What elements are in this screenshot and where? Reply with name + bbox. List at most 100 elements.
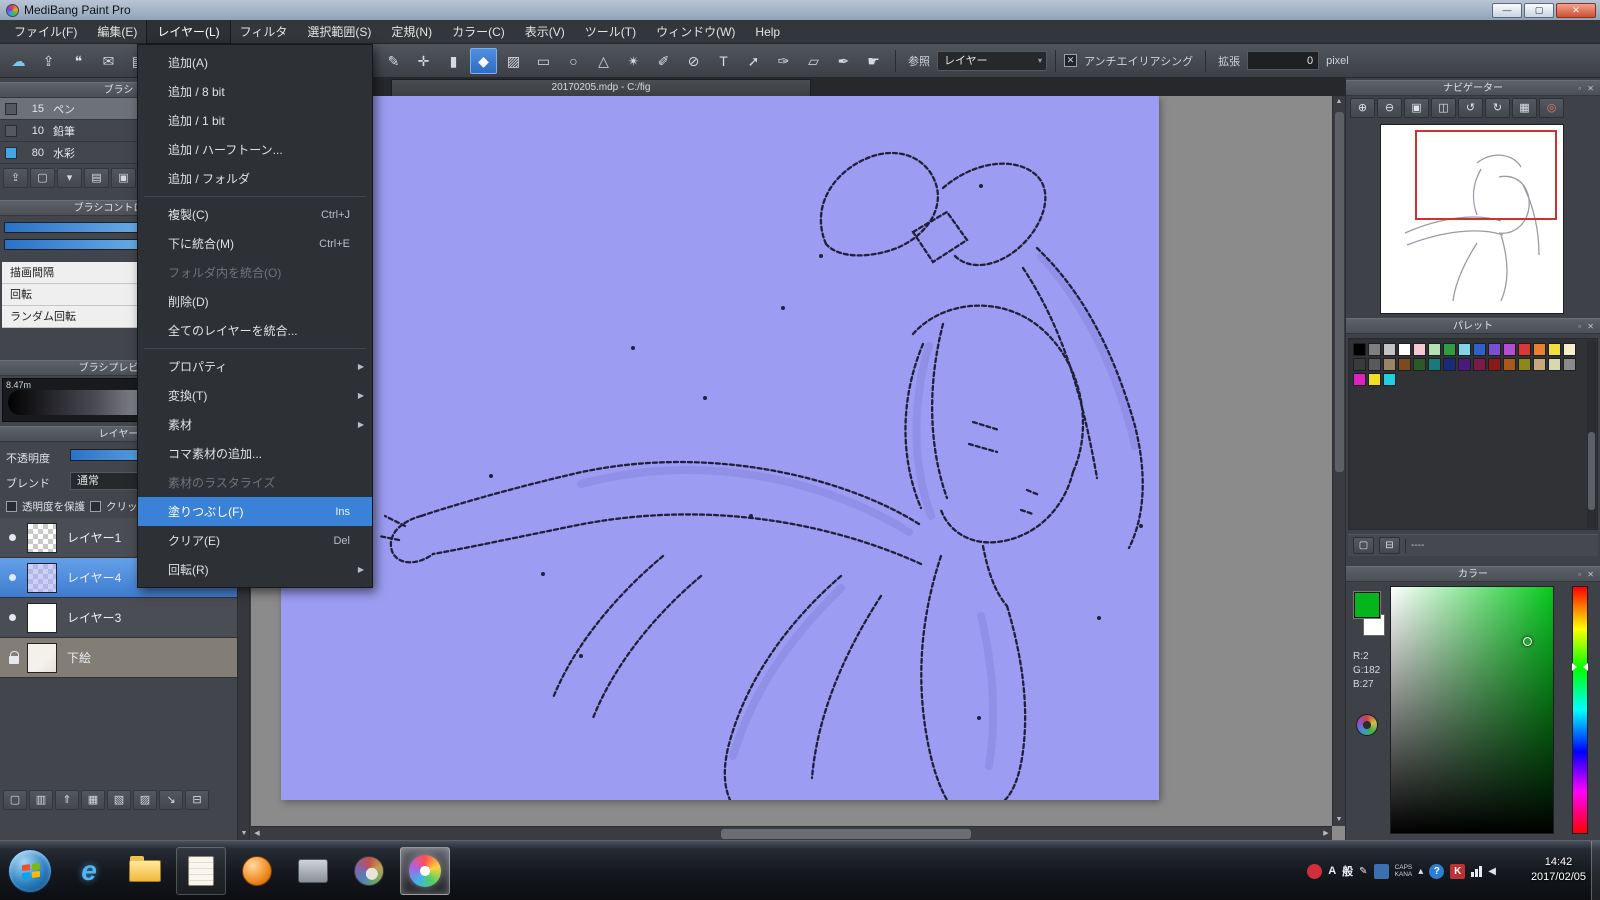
brush-tool[interactable]: ✑ — [770, 48, 797, 74]
layer-menu-item[interactable]: 追加(A) — [138, 48, 372, 77]
brush-menu-icon[interactable]: ▾ — [57, 168, 82, 188]
color-swatch[interactable] — [1368, 358, 1381, 371]
tray-expand-icon[interactable]: ▴ — [1418, 863, 1423, 879]
tray-caps-kana[interactable]: CAPS KANA — [1395, 863, 1413, 879]
foreground-color-swatch[interactable] — [1353, 591, 1381, 619]
comment-icon[interactable]: ❝ — [65, 48, 92, 74]
select-eraser-tool[interactable]: ⊘ — [680, 48, 707, 74]
menu-編集(E)[interactable]: 編集(E) — [87, 20, 147, 43]
layer-menu-item[interactable]: フォルダ内を統合(O) — [138, 258, 372, 287]
layer-menu-item[interactable]: 回転(R) ▶ — [138, 555, 372, 584]
device-utility[interactable] — [288, 847, 338, 895]
canvas-hscrollbar[interactable]: ◀ ▶ — [251, 826, 1332, 840]
hand-tool[interactable]: ☛ — [860, 48, 887, 74]
start-button[interactable] — [8, 849, 52, 893]
shape-tool[interactable]: ▮ — [440, 48, 467, 74]
rotate-left-icon[interactable]: ↺ — [1458, 98, 1483, 118]
visibility-icon[interactable] — [9, 614, 16, 621]
color-swatch[interactable] — [1488, 358, 1501, 371]
scrollbar-thumb[interactable] — [1335, 112, 1344, 472]
select-pen-tool[interactable]: ✐ — [650, 48, 677, 74]
color-swatch[interactable] — [1473, 343, 1486, 356]
color-swatch[interactable] — [1443, 358, 1456, 371]
visibility-icon[interactable] — [9, 534, 16, 541]
antialias-checkbox[interactable]: ✕ — [1064, 54, 1077, 67]
select-rect-tool[interactable]: ▭ — [530, 48, 557, 74]
color-swatch[interactable] — [1563, 358, 1576, 371]
message-icon[interactable]: ✉ — [95, 48, 122, 74]
zoom-in-icon[interactable]: ⊕ — [1350, 98, 1375, 118]
color-swatch[interactable] — [1398, 358, 1411, 371]
color-swatch[interactable] — [1398, 343, 1411, 356]
navigator-view-rect[interactable] — [1415, 130, 1557, 220]
magic-wand-tool[interactable]: ✴ — [620, 48, 647, 74]
color-swatch[interactable] — [1368, 373, 1381, 386]
expand-input[interactable] — [1247, 51, 1320, 70]
layer-menu-item[interactable]: クリア(E) Del — [138, 526, 372, 555]
minimize-button[interactable]: — — [1492, 2, 1522, 18]
panel-popout-icon[interactable]: ▫ ✕ — [1578, 81, 1596, 97]
bucket-tool[interactable]: ◆ — [470, 47, 497, 74]
scroll-up-icon[interactable]: ▲ — [1333, 96, 1345, 108]
tray-ime-mode-icon[interactable]: 般 — [1342, 863, 1353, 879]
menu-フィルタ[interactable]: フィルタ — [230, 20, 298, 43]
reset-view-icon[interactable]: ◎ — [1539, 98, 1564, 118]
tray-ime-pen-icon[interactable]: ✎ — [1359, 863, 1367, 879]
taskbar-clock[interactable]: 14:42 2017/02/05 — [1531, 855, 1586, 885]
color-swatch[interactable] — [1548, 343, 1561, 356]
color-swatch[interactable] — [1353, 358, 1366, 371]
select-ellipse-tool[interactable]: ○ — [560, 48, 587, 74]
color-swatch[interactable] — [1383, 358, 1396, 371]
color-swatch[interactable] — [1533, 358, 1546, 371]
palette-scrollbar[interactable] — [1587, 340, 1596, 528]
zoom-out-icon[interactable]: ⊖ — [1377, 98, 1402, 118]
line-tool[interactable]: ✎ — [380, 48, 407, 74]
scrollbar-thumb[interactable] — [721, 829, 971, 839]
brush-list-icon[interactable]: ▤ — [84, 168, 109, 188]
tray-security-icon[interactable] — [1307, 863, 1323, 879]
close-button[interactable]: ✕ — [1556, 2, 1596, 18]
layer-menu-item[interactable]: 下に統合(M) Ctrl+E — [138, 229, 372, 258]
cloud-icon[interactable]: ☁ — [5, 48, 32, 74]
upload-icon[interactable]: ⇪ — [35, 48, 62, 74]
menu-Help[interactable]: Help — [745, 20, 790, 43]
saturation-value-picker[interactable] — [1390, 586, 1554, 834]
color-swatch[interactable] — [1353, 373, 1366, 386]
eyedropper-tool[interactable]: ✒ — [830, 48, 857, 74]
layer-menu-item[interactable]: 変換(T) ▶ — [138, 381, 372, 410]
color-swatch[interactable] — [1548, 358, 1561, 371]
delete-layer-icon[interactable]: ⊟ — [185, 790, 209, 810]
sv-marker[interactable] — [1523, 637, 1532, 646]
tray-ime-pad-icon[interactable] — [1373, 863, 1389, 879]
layer-menu-item[interactable]: 素材 ▶ — [138, 410, 372, 439]
color-swatch[interactable] — [1413, 358, 1426, 371]
notes-app[interactable] — [176, 847, 226, 895]
panel-popout-icon[interactable]: ▫ ✕ — [1578, 319, 1596, 335]
color-swatch[interactable] — [1428, 343, 1441, 356]
halftone-layer-icon[interactable]: ▦ — [81, 790, 105, 810]
scroll-down-icon[interactable]: ▼ — [238, 828, 249, 840]
layer-menu-item[interactable]: 複製(C) Ctrl+J — [138, 200, 372, 229]
fit-window-icon[interactable]: ▣ — [1404, 98, 1429, 118]
palette-mode-icon[interactable] — [1356, 714, 1378, 736]
menu-表示(V)[interactable]: 表示(V) — [515, 20, 575, 43]
menu-レイヤー(L)[interactable]: レイヤー(L) — [146, 19, 231, 44]
brush-up-icon[interactable]: ⇪ — [3, 168, 28, 188]
layer-menu-item[interactable]: 全てのレイヤーを統合... — [138, 316, 372, 345]
layer-menu-item[interactable]: 塗りつぶし(F) Ins — [138, 497, 372, 526]
eraser-tool[interactable]: ▱ — [800, 48, 827, 74]
color-swatch[interactable] — [1563, 343, 1576, 356]
duplicate-layer-icon[interactable]: ▥ — [29, 790, 53, 810]
tray-help-icon[interactable]: ? — [1429, 863, 1445, 879]
color-swatch[interactable] — [1428, 358, 1441, 371]
menu-ツール(T)[interactable]: ツール(T) — [575, 20, 646, 43]
clipping-checkbox[interactable] — [90, 500, 101, 512]
canvas-viewport[interactable]: ▲ ▼ ◀ ▶ — [251, 96, 1345, 840]
tray-ime-a-icon[interactable]: A — [1328, 863, 1336, 879]
internet-explorer[interactable]: e — [64, 847, 114, 895]
paint-app[interactable] — [344, 847, 394, 895]
folder-layer-icon[interactable]: ▧ — [107, 790, 131, 810]
menu-定規(N)[interactable]: 定規(N) — [381, 20, 442, 43]
color-swatch[interactable] — [1443, 343, 1456, 356]
hue-slider[interactable] — [1572, 586, 1588, 834]
